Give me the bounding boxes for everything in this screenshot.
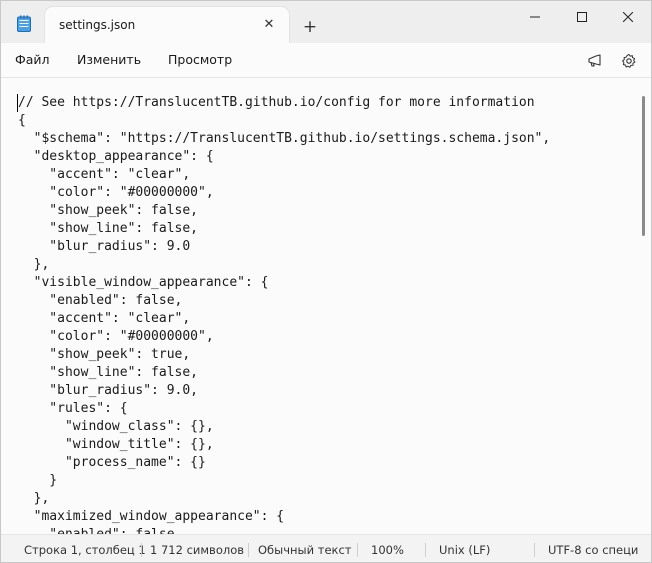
menu-file[interactable]: Файл bbox=[15, 52, 50, 67]
code-line: "desktop_appearance": { bbox=[18, 149, 214, 164]
maximize-icon bbox=[577, 12, 587, 22]
status-separator bbox=[425, 543, 426, 557]
status-separator bbox=[141, 543, 142, 557]
copilot-button[interactable] bbox=[585, 51, 605, 71]
notepad-app-icon bbox=[17, 15, 31, 32]
code-line: "accent": "clear", bbox=[18, 167, 191, 182]
code-line: // See https://TranslucentTB.github.io/c… bbox=[18, 95, 535, 110]
code-line: { bbox=[18, 113, 26, 128]
status-zoom[interactable]: 100% bbox=[371, 543, 404, 557]
code-line: "show_peek": false, bbox=[18, 203, 199, 218]
vertical-scrollbar[interactable] bbox=[642, 86, 646, 528]
code-line: "window_title": {}, bbox=[18, 437, 214, 452]
maximize-button[interactable] bbox=[559, 1, 605, 33]
close-window-button[interactable] bbox=[605, 1, 651, 33]
menu-bar: Файл Изменить Просмотр bbox=[1, 43, 651, 77]
code-line: "blur_radius": 9.0, bbox=[18, 383, 199, 398]
tab-settings-json[interactable]: settings.json ✕ bbox=[45, 7, 289, 43]
minimize-icon bbox=[530, 16, 540, 18]
close-tab-icon[interactable]: ✕ bbox=[261, 16, 277, 32]
code-line: "rules": { bbox=[18, 401, 128, 416]
code-line: "show_peek": true, bbox=[18, 347, 191, 362]
new-tab-button[interactable]: + bbox=[301, 17, 319, 37]
notepad-window: settings.json ✕ + Файл Изменить Просмотр bbox=[0, 0, 652, 563]
code-line: "maximized_window_appearance": { bbox=[18, 509, 285, 524]
settings-button[interactable] bbox=[619, 51, 639, 71]
code-line: "color": "#00000000", bbox=[18, 329, 214, 344]
status-cursor-position: Строка 1, столбец 1 bbox=[24, 543, 146, 557]
code-line: }, bbox=[18, 257, 50, 272]
code-line: "visible_window_appearance": { bbox=[18, 275, 269, 290]
gear-icon bbox=[622, 54, 636, 68]
status-char-count: 1 712 символов bbox=[150, 543, 245, 557]
status-line-ending[interactable]: Unix (LF) bbox=[439, 543, 490, 557]
editor-content[interactable]: // See https://TranslucentTB.github.io/c… bbox=[18, 94, 550, 534]
code-line: }, bbox=[18, 491, 50, 506]
status-text-format: Обычный текст bbox=[258, 543, 352, 557]
status-separator bbox=[248, 543, 249, 557]
code-line: "process_name": {} bbox=[18, 455, 206, 470]
scrollbar-thumb[interactable] bbox=[642, 96, 645, 236]
code-line: "show_line": false, bbox=[18, 221, 199, 236]
status-encoding[interactable]: UTF-8 со специ bbox=[548, 543, 638, 557]
code-line: } bbox=[18, 473, 58, 488]
megaphone-icon bbox=[588, 54, 601, 67]
status-separator bbox=[357, 543, 358, 557]
code-line: "enabled": false, bbox=[18, 293, 183, 308]
minimize-button[interactable] bbox=[512, 1, 558, 33]
code-line: "accent": "clear", bbox=[18, 311, 191, 326]
code-line: "window_class": {}, bbox=[18, 419, 214, 434]
code-line: "show_line": false, bbox=[18, 365, 199, 380]
tab-title: settings.json bbox=[59, 18, 136, 32]
menu-edit[interactable]: Изменить bbox=[77, 52, 141, 67]
code-line: "enabled": false, bbox=[18, 526, 550, 534]
text-editor[interactable]: // See https://TranslucentTB.github.io/c… bbox=[1, 77, 651, 534]
code-line: "color": "#00000000", bbox=[18, 185, 214, 200]
title-bar: settings.json ✕ + bbox=[1, 1, 651, 43]
code-line: "blur_radius": 9.0 bbox=[18, 239, 191, 254]
close-icon bbox=[623, 12, 633, 22]
status-bar: Строка 1, столбец 1 1 712 символов Обычн… bbox=[1, 534, 651, 562]
menu-view[interactable]: Просмотр bbox=[168, 52, 232, 67]
code-line: "$schema": "https://TranslucentTB.github… bbox=[18, 131, 551, 146]
status-separator bbox=[534, 543, 535, 557]
